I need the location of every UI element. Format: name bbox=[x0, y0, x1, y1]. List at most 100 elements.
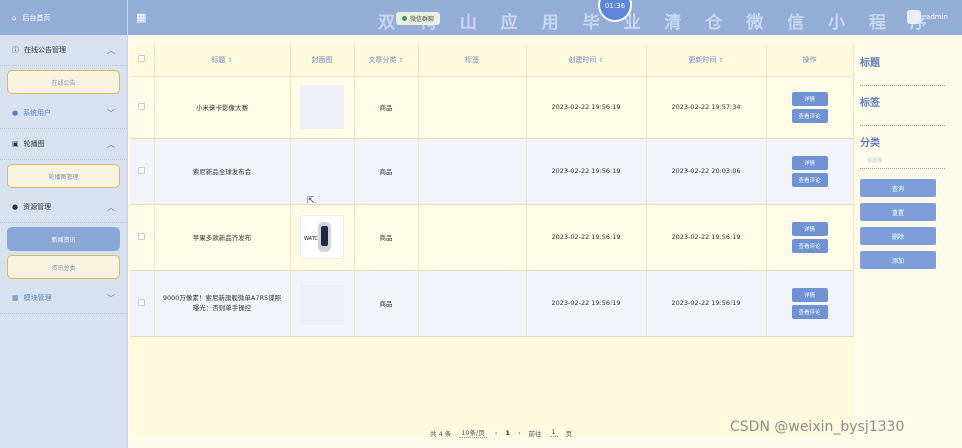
status-dot-icon bbox=[402, 16, 407, 21]
sidebar-group-resources[interactable]: ● 资源管理 ︿ bbox=[0, 192, 127, 223]
sort-icon[interactable]: ⇕ bbox=[599, 57, 604, 64]
csdn-watermark: CSDN @weixin_bysj1330 bbox=[730, 419, 905, 435]
sort-icon[interactable]: ⇕ bbox=[399, 57, 404, 64]
delete-button[interactable]: 删除 bbox=[860, 227, 936, 245]
sidebar-group-label: 资源管理 bbox=[23, 203, 52, 211]
goto-page-input[interactable]: 1 bbox=[549, 428, 558, 437]
home-icon: ⌂ bbox=[12, 13, 17, 22]
sort-icon[interactable]: ⇕ bbox=[228, 57, 233, 64]
cell-title: 9000万像素！索尼新旗舰微单A7R5谍照曝光：否则单手操控 bbox=[154, 270, 291, 337]
filter-category-label: 分类 bbox=[860, 138, 880, 149]
cell-updated: 2023-02-22 19:57:34 bbox=[646, 76, 767, 139]
cover-image bbox=[300, 85, 344, 129]
cell-cover: WATCH bbox=[290, 204, 355, 271]
watch-screen bbox=[321, 226, 328, 246]
detail-button[interactable]: 详情 bbox=[791, 287, 828, 302]
page-title: 双 鸭 山 应 用 毕 业 清 仓 微 信 小 程 序 bbox=[378, 13, 936, 33]
user-menu[interactable]: admin bbox=[907, 10, 948, 24]
cell-actions: 详情 查看评论 bbox=[766, 76, 854, 139]
view-comments-button[interactable]: 查看评论 bbox=[791, 172, 828, 187]
detail-button[interactable]: 详情 bbox=[791, 155, 828, 170]
sidebar-home[interactable]: ⌂ 后台首页 bbox=[0, 0, 127, 35]
table-row: 小米徕卡影像大赛 商品 2023-02-22 19:56:19 2023-02-… bbox=[130, 76, 854, 139]
goto-prefix: 前往 bbox=[528, 429, 542, 438]
table-row: 苹果多款新品齐发布 WATCH 商品 2023-02-22 19:56:19 2… bbox=[130, 204, 854, 271]
row-checkbox[interactable] bbox=[130, 76, 155, 139]
cell-category: 商品 bbox=[354, 138, 419, 205]
chevron-up-icon: ︿ bbox=[107, 45, 115, 55]
filter-title-label: 标题 bbox=[860, 58, 880, 69]
cell-title: 小米徕卡影像大赛 bbox=[154, 76, 291, 139]
cell-category: 商品 bbox=[354, 270, 419, 337]
view-comments-button[interactable]: 查看评论 bbox=[791, 304, 828, 319]
filter-category-select[interactable]: 请选择 bbox=[867, 157, 950, 164]
select-all-checkbox[interactable] bbox=[130, 44, 155, 77]
detail-button[interactable]: 详情 bbox=[791, 91, 828, 106]
sidebar-group-label: 模块管理 bbox=[23, 294, 52, 302]
cell-tag bbox=[418, 138, 527, 205]
cell-cover bbox=[290, 76, 355, 139]
column-header-created[interactable]: 创建时间 ⇕ bbox=[526, 44, 647, 77]
row-checkbox[interactable] bbox=[130, 138, 155, 205]
cell-created: 2023-02-22 19:56:19 bbox=[526, 270, 647, 337]
sidebar-group-label: 轮播图 bbox=[23, 140, 45, 148]
sidebar-group-announcements[interactable]: ⓘ 在线公告管理 ︿ bbox=[0, 35, 127, 66]
cover-image bbox=[300, 281, 344, 325]
cell-tag bbox=[418, 204, 527, 271]
sort-icon[interactable]: ⇕ bbox=[719, 57, 724, 64]
grid-menu-icon[interactable]: ▦ bbox=[136, 11, 146, 24]
username: admin bbox=[926, 13, 948, 21]
column-header-tag: 标签 bbox=[418, 44, 527, 77]
news-table: 标题 ⇕ 封面图 文章分类 ⇕ 标签 创建时间 ⇕ 更新时间 ⇕ 操作 小米徕卡… bbox=[130, 44, 854, 436]
filter-tag-input[interactable] bbox=[860, 125, 945, 126]
column-header-category[interactable]: 文章分类 ⇕ bbox=[354, 44, 419, 77]
column-label: 创建时间 bbox=[568, 55, 597, 64]
filter-panel: 标题 标签 分类 请选择 查询 重置 删除 添加 bbox=[855, 44, 950, 304]
sidebar-item-announcements[interactable]: 在线公告 bbox=[7, 70, 120, 94]
column-label: 文章分类 bbox=[368, 55, 397, 64]
location-icon: ● bbox=[12, 203, 19, 211]
table-row: 9000万像素！索尼新旗舰微单A7R5谍照曝光：否则单手操控 商品 2023-0… bbox=[130, 270, 854, 337]
column-header-actions: 操作 bbox=[766, 44, 854, 77]
sidebar-group-modules[interactable]: ▦ 模块管理 ﹀ bbox=[0, 283, 127, 314]
filter-title-input[interactable] bbox=[860, 85, 945, 86]
cell-updated: 2023-02-22 19:56:19 bbox=[646, 204, 767, 271]
sidebar-item-news-category[interactable]: 资讯分类 bbox=[7, 255, 120, 279]
reset-button[interactable]: 重置 bbox=[860, 203, 936, 221]
chevron-down-icon: ﹀ bbox=[107, 108, 115, 118]
goto-suffix: 页 bbox=[565, 429, 573, 438]
view-comments-button[interactable]: 查看评论 bbox=[791, 238, 828, 253]
cell-cover bbox=[290, 270, 355, 337]
search-button[interactable]: 查询 bbox=[860, 179, 936, 197]
mouse-cursor-icon: ⇱ bbox=[307, 196, 315, 206]
sidebar-group-carousel[interactable]: ▣ 轮播图 ︿ bbox=[0, 129, 127, 160]
sidebar-item-carousel[interactable]: 轮播图管理 bbox=[7, 164, 120, 188]
user-icon: ● bbox=[12, 109, 19, 117]
prev-page-button[interactable]: ‹ bbox=[495, 429, 498, 437]
column-header-updated[interactable]: 更新时间 ⇕ bbox=[646, 44, 767, 77]
current-page[interactable]: 1 bbox=[505, 429, 510, 437]
add-button[interactable]: 添加 bbox=[860, 251, 936, 269]
row-checkbox[interactable] bbox=[130, 204, 155, 271]
sidebar-group-label: 系统用户 bbox=[23, 109, 52, 117]
view-comments-button[interactable]: 查看评论 bbox=[791, 108, 828, 123]
cell-tag bbox=[418, 270, 527, 337]
page-size-select[interactable]: 10条/页 bbox=[459, 427, 487, 438]
cell-updated: 2023-02-22 20:03:06 bbox=[646, 138, 767, 205]
next-page-button[interactable]: › bbox=[518, 429, 521, 437]
column-label: 标题 bbox=[211, 55, 226, 64]
sidebar-group-users[interactable]: ● 系统用户 ﹀ bbox=[0, 98, 127, 129]
cell-tag bbox=[418, 76, 527, 139]
row-checkbox[interactable] bbox=[130, 270, 155, 337]
chevron-up-icon: ︿ bbox=[107, 202, 115, 212]
chevron-down-icon: ﹀ bbox=[107, 293, 115, 303]
avatar bbox=[907, 10, 922, 24]
sidebar-item-news[interactable]: 新闻资讯 bbox=[7, 227, 120, 251]
detail-button[interactable]: 详情 bbox=[791, 221, 828, 236]
table-header: 标题 ⇕ 封面图 文章分类 ⇕ 标签 创建时间 ⇕ 更新时间 ⇕ 操作 bbox=[130, 44, 854, 77]
column-header-title[interactable]: 标题 ⇕ bbox=[154, 44, 291, 77]
cell-title: 苹果多款新品齐发布 bbox=[154, 204, 291, 271]
filter-category-underline bbox=[860, 168, 945, 169]
wechat-badge: 微信群聊 bbox=[396, 12, 441, 25]
cell-actions: 详情 查看评论 bbox=[766, 138, 854, 205]
